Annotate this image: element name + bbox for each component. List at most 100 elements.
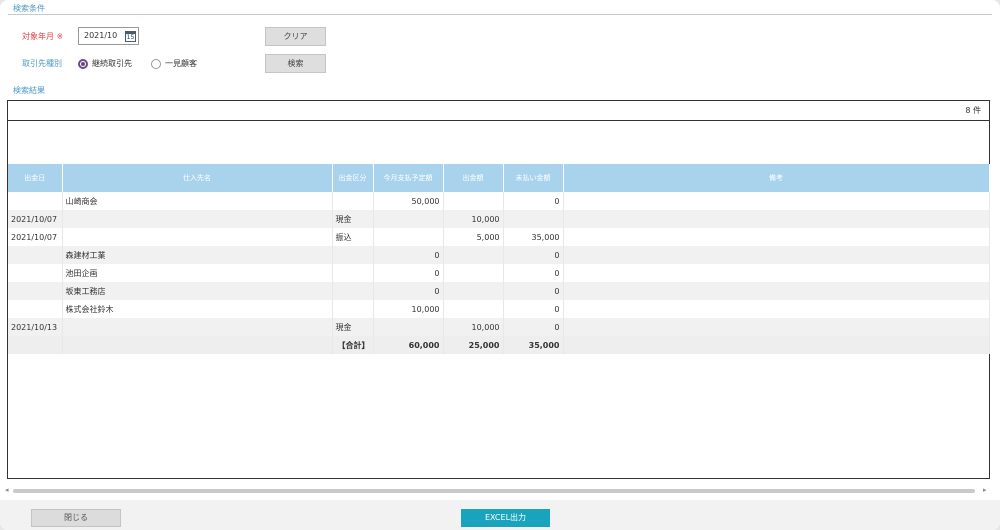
cell-supplier: 森建材工業 — [62, 246, 333, 264]
app-window: 検索条件 対象年月 ※ 2021/10 15 クリア 取引先種別 継続取引先 一… — [0, 0, 1000, 530]
table-row[interactable]: 池田企画 0 0 — [8, 264, 990, 282]
cell-planned: 0 — [373, 264, 444, 282]
col-header[interactable]: 今月支払予定額 — [373, 164, 444, 192]
total-cell-date — [8, 336, 63, 354]
target-month-label: 対象年月 ※ — [22, 31, 63, 42]
cell-planned: 0 — [373, 246, 444, 264]
calendar-icon[interactable]: 15 — [125, 31, 136, 42]
total-cell-paid: 25,000 — [443, 336, 504, 354]
col-header[interactable]: 出金区分 — [332, 164, 374, 192]
cell-supplier: 池田企画 — [62, 264, 333, 282]
cell-supplier: 株式会社鈴木 — [62, 300, 333, 318]
cell-note — [563, 282, 990, 300]
cell-paid — [443, 264, 504, 282]
table-row[interactable]: 株式会社鈴木 10,000 0 — [8, 300, 990, 318]
divider — [8, 14, 992, 15]
total-cell-planned: 60,000 — [373, 336, 444, 354]
scroll-right-icon[interactable]: ▸ — [983, 486, 987, 494]
cell-date — [8, 282, 63, 300]
radio-continuous[interactable]: 継続取引先 — [78, 58, 132, 69]
partner-type-label: 取引先種別 — [22, 59, 62, 68]
cell-type — [332, 264, 374, 282]
results-table: 出金日 仕入先名 出金区分 今月支払予定額 出金額 未払い金額 備考 山崎商会 5… — [8, 164, 990, 354]
cell-paid — [443, 246, 504, 264]
cell-note — [563, 264, 990, 282]
horizontal-scrollbar[interactable] — [13, 489, 975, 493]
cell-type: 振込 — [332, 228, 374, 246]
cell-type: 現金 — [332, 318, 374, 336]
cell-type — [332, 300, 374, 318]
table-row[interactable]: 森建材工業 0 0 — [8, 246, 990, 264]
cell-note — [563, 228, 990, 246]
radio-onetime-label: 一見顧客 — [165, 59, 197, 68]
cell-type: 現金 — [332, 210, 374, 228]
cell-planned: 50,000 — [373, 192, 444, 210]
cell-paid — [443, 300, 504, 318]
result-count: 8 件 — [8, 101, 989, 121]
radio-onetime[interactable]: 一見顧客 — [151, 58, 197, 69]
results-panel: 8 件 出金日 仕入先名 出金区分 今月支払予定額 出金額 未払い金額 備考 山… — [7, 100, 990, 479]
target-month-input[interactable]: 2021/10 15 — [78, 27, 139, 45]
close-button[interactable]: 閉じる — [31, 509, 121, 527]
table-row[interactable]: 山崎商会 50,000 0 — [8, 192, 990, 210]
required-mark: ※ — [56, 32, 64, 41]
total-cell-supplier — [62, 336, 333, 354]
cell-date: 2021/10/13 — [8, 318, 63, 336]
cell-date — [8, 264, 63, 282]
cell-type — [332, 282, 374, 300]
col-header[interactable]: 仕入先名 — [62, 164, 333, 192]
cell-note — [563, 318, 990, 336]
col-header[interactable]: 備考 — [563, 164, 990, 192]
target-month-label-text: 対象年月 — [22, 32, 54, 41]
cell-supplier: 山崎商会 — [62, 192, 333, 210]
cell-unpaid: 0 — [503, 264, 564, 282]
table-header-row: 出金日 仕入先名 出金区分 今月支払予定額 出金額 未払い金額 備考 — [8, 164, 990, 192]
total-cell-note — [563, 336, 990, 354]
cell-note — [563, 210, 990, 228]
radio-continuous-label: 継続取引先 — [92, 59, 132, 68]
cell-unpaid: 0 — [503, 192, 564, 210]
radio-selected-icon[interactable] — [78, 58, 88, 69]
target-month-value: 2021/10 — [84, 31, 118, 40]
search-button[interactable]: 検索 — [265, 54, 326, 73]
cell-type — [332, 246, 374, 264]
cell-supplier — [62, 210, 333, 228]
cell-unpaid — [503, 210, 564, 228]
cell-planned — [373, 228, 444, 246]
total-cell-type: 【合計】 — [332, 336, 374, 354]
excel-export-button[interactable]: EXCEL出力 — [461, 509, 550, 527]
radio-unselected-icon[interactable] — [151, 58, 161, 69]
scroll-left-icon[interactable]: ◂ — [5, 486, 9, 494]
cell-unpaid: 0 — [503, 318, 564, 336]
cell-supplier — [62, 228, 333, 246]
cell-planned: 10,000 — [373, 300, 444, 318]
cell-paid: 5,000 — [443, 228, 504, 246]
table-row[interactable]: 坂東工務店 0 0 — [8, 282, 990, 300]
cell-date — [8, 192, 63, 210]
search-section-title: 検索条件 — [13, 4, 45, 13]
cell-paid — [443, 282, 504, 300]
cell-supplier: 坂東工務店 — [62, 282, 333, 300]
cell-date: 2021/10/07 — [8, 228, 63, 246]
cell-note — [563, 246, 990, 264]
table-row[interactable]: 2021/10/07 現金 10,000 — [8, 210, 990, 228]
col-header[interactable]: 出金額 — [443, 164, 504, 192]
total-row: 【合計】 60,000 25,000 35,000 — [8, 336, 990, 354]
cell-unpaid: 0 — [503, 246, 564, 264]
cell-note — [563, 192, 990, 210]
total-cell-unpaid: 35,000 — [503, 336, 564, 354]
cell-unpaid: 35,000 — [503, 228, 564, 246]
col-header[interactable]: 出金日 — [8, 164, 63, 192]
cell-note — [563, 300, 990, 318]
cell-paid: 10,000 — [443, 210, 504, 228]
table-row[interactable]: 2021/10/07 振込 5,000 35,000 — [8, 228, 990, 246]
clear-button[interactable]: クリア — [265, 27, 326, 46]
col-header[interactable]: 未払い金額 — [503, 164, 564, 192]
cell-unpaid: 0 — [503, 300, 564, 318]
cell-supplier — [62, 318, 333, 336]
cell-planned — [373, 318, 444, 336]
cell-planned: 0 — [373, 282, 444, 300]
table-row[interactable]: 2021/10/13 現金 10,000 0 — [8, 318, 990, 336]
cell-paid: 10,000 — [443, 318, 504, 336]
cell-paid — [443, 192, 504, 210]
